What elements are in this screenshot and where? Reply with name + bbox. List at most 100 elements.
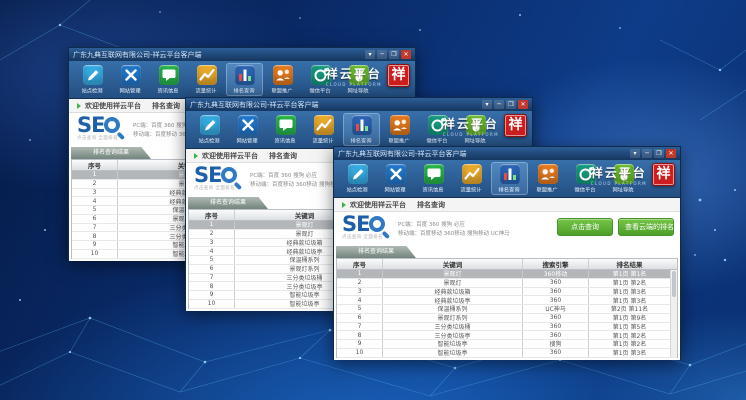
- minimize-button[interactable]: ─: [377, 50, 387, 59]
- cell-seq: 5: [72, 206, 118, 214]
- cell-seq: 9: [72, 241, 118, 249]
- table-row[interactable]: 3经典款垃圾箱360第1页 第3名: [337, 288, 677, 297]
- seo-logo-text: SE: [77, 113, 104, 137]
- table-row[interactable]: 6景观灯系列360第1页 第9名: [337, 314, 677, 323]
- cell-seq: 8: [72, 232, 118, 240]
- column-header: 序号: [337, 259, 383, 269]
- toolbar-item-label: 排名查询: [499, 186, 520, 194]
- table-row[interactable]: 9智能垃圾亭搜狗第1页 第2名: [337, 340, 677, 349]
- table-row[interactable]: 10智能垃圾亭360第1页 第3名: [337, 349, 677, 358]
- magnifier-icon: [104, 117, 123, 134]
- cell-rank: 第1页 第3名: [589, 288, 670, 296]
- toolbar-item-label: 排名查询: [351, 137, 372, 145]
- pin-button[interactable]: ▾: [630, 149, 640, 158]
- toolbar-item-people[interactable]: 联盟推广: [381, 113, 418, 146]
- toolbar-item-line-chart[interactable]: 流量统计: [305, 113, 342, 146]
- table-body: 1景观灯360移动第1页 第1名2景观灯360第1页 第2名3经典款垃圾箱360…: [337, 270, 677, 358]
- breadcrumb-page: 排名查询: [417, 200, 445, 210]
- window-content: SE 点击查询 全面排名 PC端：百度 360 搜狗 必应 移动端：百度移动 3…: [334, 212, 680, 360]
- maximize-button[interactable]: ❐: [654, 149, 664, 158]
- bar-chart-icon: [352, 115, 372, 135]
- cell-seq: 10: [337, 349, 383, 357]
- toolbar-item-pencil[interactable]: 站点检测: [339, 162, 376, 195]
- table-row[interactable]: 8三分类垃圾亭360第1页 第2名: [337, 331, 677, 340]
- toolbar-item-chat[interactable]: 资讯信息: [415, 162, 452, 195]
- cell-rank: 第2页 第11名: [589, 305, 670, 313]
- cell-keyword: 经典款垃圾箱: [383, 288, 523, 296]
- table-row[interactable]: 2景观灯360第1页 第2名: [337, 279, 677, 288]
- cell-engine: 搜狗: [523, 340, 589, 348]
- close-button[interactable]: ✕: [401, 50, 411, 59]
- table-row[interactable]: 5保温桶系列UC神马第2页 第11名: [337, 305, 677, 314]
- toolbar-item-label: 联盟推广: [389, 137, 410, 145]
- window-titlebar[interactable]: 广东九典互联网有限公司-祥云平台客户端 ▾ ─ ❐ ✕: [334, 147, 680, 160]
- chat-icon: [424, 164, 444, 184]
- cell-engine: UC神马: [523, 305, 589, 313]
- toolbar-item-chat[interactable]: 资讯信息: [267, 113, 304, 146]
- table-row[interactable]: 4经典款垃圾亭360第1页 第3名: [337, 296, 677, 305]
- cell-seq: 5: [337, 305, 383, 313]
- view-cloud-ranking-button[interactable]: 查看云端的排名: [618, 218, 674, 236]
- breadcrumb-welcome: 欢迎使用祥云平台: [350, 200, 406, 210]
- tab-ranking-results[interactable]: 排名查询结果: [188, 197, 268, 209]
- toolbar-item-label: 网站管理: [120, 87, 141, 95]
- cell-seq: 7: [189, 274, 235, 282]
- cell-seq: 3: [72, 189, 118, 197]
- seo-tagline: 点击查询 全面排名: [342, 236, 388, 241]
- cell-rank: 第1页 第3名: [589, 349, 670, 357]
- window-title: 广东九典互联网有限公司-祥云平台客户端: [190, 100, 319, 110]
- cell-engine: 360移动: [523, 270, 589, 278]
- toolbar-item-people[interactable]: 联盟推广: [529, 162, 566, 195]
- seo-logo: SE 点击查询 全面排名: [194, 165, 240, 192]
- brand-name: 祥云平台: [326, 65, 382, 82]
- close-button[interactable]: ✕: [666, 149, 676, 158]
- query-button[interactable]: 点击查询: [557, 218, 613, 236]
- cell-keyword: 景观灯系列: [383, 314, 523, 322]
- column-header: 序号: [72, 160, 118, 170]
- toolbar-item-bar-chart[interactable]: 排名查询: [491, 162, 528, 195]
- maximize-button[interactable]: ❐: [389, 50, 399, 59]
- cell-engine: 360: [523, 279, 589, 287]
- app-window-front[interactable]: 广东九典互联网有限公司-祥云平台客户端 ▾ ─ ❐ ✕ 站点检测网站管理资讯信息…: [333, 146, 681, 360]
- cell-engine: 360: [523, 323, 589, 331]
- toolbar-item-tools[interactable]: 网站管理: [229, 113, 266, 146]
- pin-button[interactable]: ▾: [365, 50, 375, 59]
- toolbar-item-line-chart[interactable]: 流量统计: [453, 162, 490, 195]
- toolbar-item-tools[interactable]: 网站管理: [112, 63, 149, 96]
- minimize-button[interactable]: ─: [494, 100, 504, 109]
- close-button[interactable]: ✕: [518, 100, 528, 109]
- pin-button[interactable]: ▾: [482, 100, 492, 109]
- tab-ranking-results[interactable]: 排名查询结果: [336, 246, 416, 258]
- brand-subtitle: CLOUD PLATFORM: [591, 181, 647, 186]
- toolbar-item-label: 资讯信息: [158, 87, 179, 95]
- maximize-button[interactable]: ❐: [506, 100, 516, 109]
- toolbar-item-line-chart[interactable]: 流量统计: [188, 63, 225, 96]
- tools-icon: [121, 65, 141, 85]
- scrollbar-thumb[interactable]: [672, 271, 676, 297]
- tab-ranking-results[interactable]: 排名查询结果: [71, 147, 151, 159]
- toolbar-item-label: 联盟推广: [272, 87, 293, 95]
- toolbar-item-label: 微信平台: [427, 137, 448, 145]
- cell-seq: 5: [189, 256, 235, 264]
- table-row[interactable]: 7三分类垃圾桶360第1页 第5名: [337, 323, 677, 332]
- toolbar-item-chat[interactable]: 资讯信息: [150, 63, 187, 96]
- brand-text: 祥云平台 CLOUD PLATFORM: [443, 115, 499, 137]
- toolbar-item-bar-chart[interactable]: 排名查询: [343, 113, 380, 146]
- window-titlebar[interactable]: 广东九典互联网有限公司-祥云平台客户端 ▾ ─ ❐ ✕: [69, 48, 415, 61]
- cell-rank: 第1页 第2名: [589, 279, 670, 287]
- window-titlebar[interactable]: 广东九典互联网有限公司-祥云平台客户端 ▾ ─ ❐ ✕: [186, 98, 532, 111]
- chat-icon: [159, 65, 179, 85]
- toolbar-item-pencil[interactable]: 站点检测: [74, 63, 111, 96]
- cell-seq: 6: [337, 314, 383, 322]
- table-scrollbar[interactable]: [670, 270, 677, 357]
- magnifier-icon: [221, 167, 240, 184]
- table-row[interactable]: 1景观灯360移动第1页 第1名: [337, 270, 677, 279]
- seo-tagline: 点击查询 全面排名: [77, 137, 123, 142]
- column-header: 关键词: [383, 259, 523, 269]
- toolbar-item-people[interactable]: 联盟推广: [264, 63, 301, 96]
- column-header: 排名结果: [589, 259, 670, 269]
- toolbar-item-bar-chart[interactable]: 排名查询: [226, 63, 263, 96]
- minimize-button[interactable]: ─: [642, 149, 652, 158]
- toolbar-item-pencil[interactable]: 站点检测: [191, 113, 228, 146]
- toolbar-item-tools[interactable]: 网站管理: [377, 162, 414, 195]
